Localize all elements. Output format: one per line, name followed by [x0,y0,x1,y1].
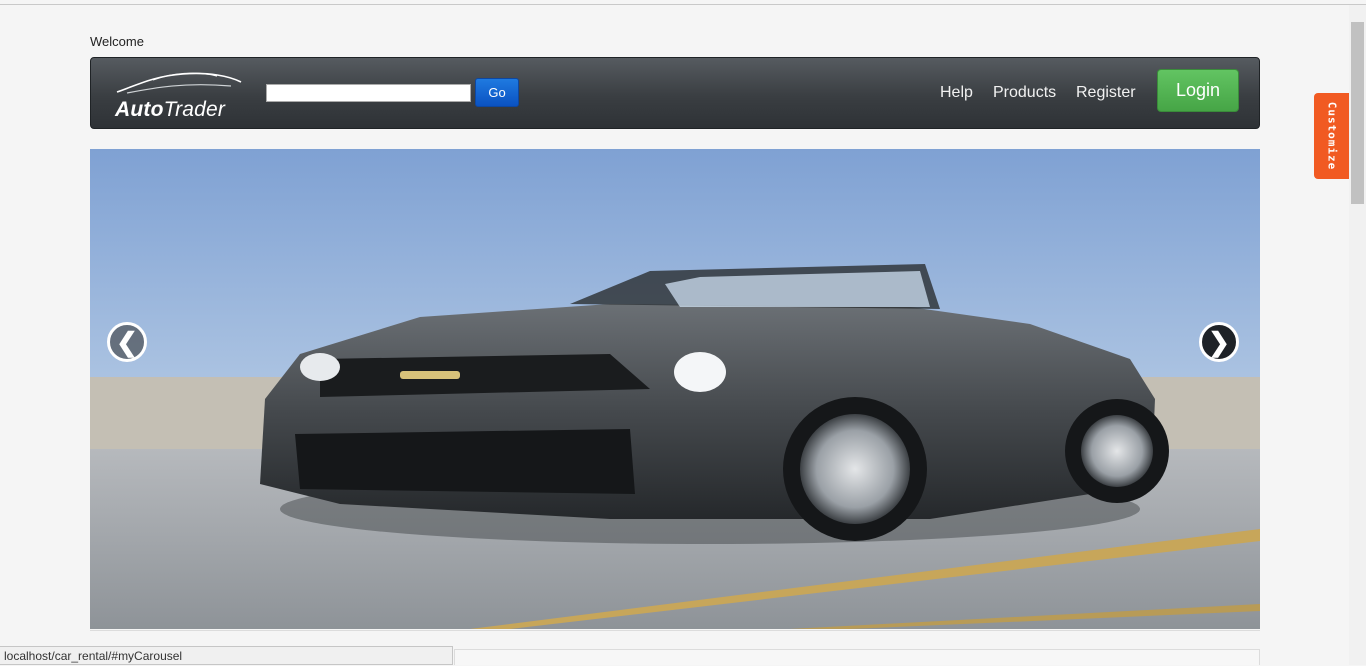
carousel-car-image [90,149,1260,629]
customize-tab[interactable]: Customize [1314,93,1349,179]
car-outline-icon [116,72,242,94]
brand-name-part1: Auto [115,98,164,121]
carousel-next-button[interactable]: ❯ [1199,322,1239,362]
top-navbar: AutoTrader Go Help Products Register Log… [90,57,1260,129]
content-panel-edge [454,649,1260,665]
carousel-prev-button[interactable]: ❮ [107,322,147,362]
go-button[interactable]: Go [475,78,519,107]
brand-name-part2: Trader [163,98,226,121]
customize-tab-label: Customize [1325,101,1338,171]
carousel-bottom-divider [90,630,1260,631]
brand-name: AutoTrader [115,98,225,122]
top-border [0,4,1366,5]
nav-link-help[interactable]: Help [940,84,973,102]
nav-link-register[interactable]: Register [1076,84,1136,102]
brand-logo[interactable]: AutoTrader [113,68,245,121]
vertical-scrollbar[interactable] [1349,5,1366,665]
search-input[interactable] [266,84,471,102]
scrollbar-thumb[interactable] [1351,22,1364,204]
nav-link-products[interactable]: Products [993,84,1056,102]
car-carousel: ❮ ❯ [90,149,1260,629]
browser-status-bar: localhost/car_rental/#myCarousel [0,646,453,665]
login-button[interactable]: Login [1157,69,1239,112]
welcome-text: Welcome [90,34,144,49]
